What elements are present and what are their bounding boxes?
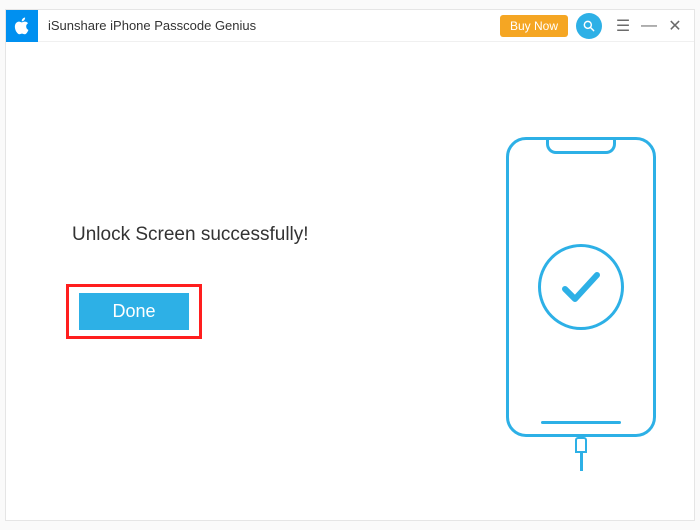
highlight-annotation: Done (66, 284, 202, 339)
success-check-circle (538, 244, 624, 330)
search-button[interactable] (576, 13, 602, 39)
app-window: iSunshare iPhone Passcode Genius Buy Now… (5, 9, 695, 521)
minimize-button[interactable]: — (636, 13, 662, 39)
hamburger-icon: ☰ (616, 16, 630, 36)
app-logo (6, 10, 38, 42)
minimize-icon: — (641, 17, 657, 35)
phone-outline (506, 137, 656, 437)
done-button[interactable]: Done (79, 293, 189, 330)
search-icon (582, 19, 596, 33)
message-panel: Unlock Screen successfully! Done (66, 224, 386, 339)
success-message: Unlock Screen successfully! (72, 224, 386, 246)
cable-connector-icon (575, 437, 587, 453)
close-button[interactable]: ✕ (662, 13, 688, 39)
phone-illustration (506, 137, 656, 437)
apple-icon (12, 16, 32, 36)
app-title: iSunshare iPhone Passcode Genius (48, 18, 256, 33)
close-icon: ✕ (668, 16, 681, 36)
cable-wire-icon (580, 453, 583, 471)
content-area: Unlock Screen successfully! Done (6, 42, 694, 520)
titlebar: iSunshare iPhone Passcode Genius Buy Now… (6, 10, 694, 42)
menu-button[interactable]: ☰ (610, 13, 636, 39)
checkmark-icon (557, 263, 605, 311)
cable-icon (575, 437, 587, 471)
phone-notch-icon (546, 140, 616, 154)
buy-now-button[interactable]: Buy Now (500, 15, 568, 37)
home-indicator-icon (541, 421, 621, 424)
